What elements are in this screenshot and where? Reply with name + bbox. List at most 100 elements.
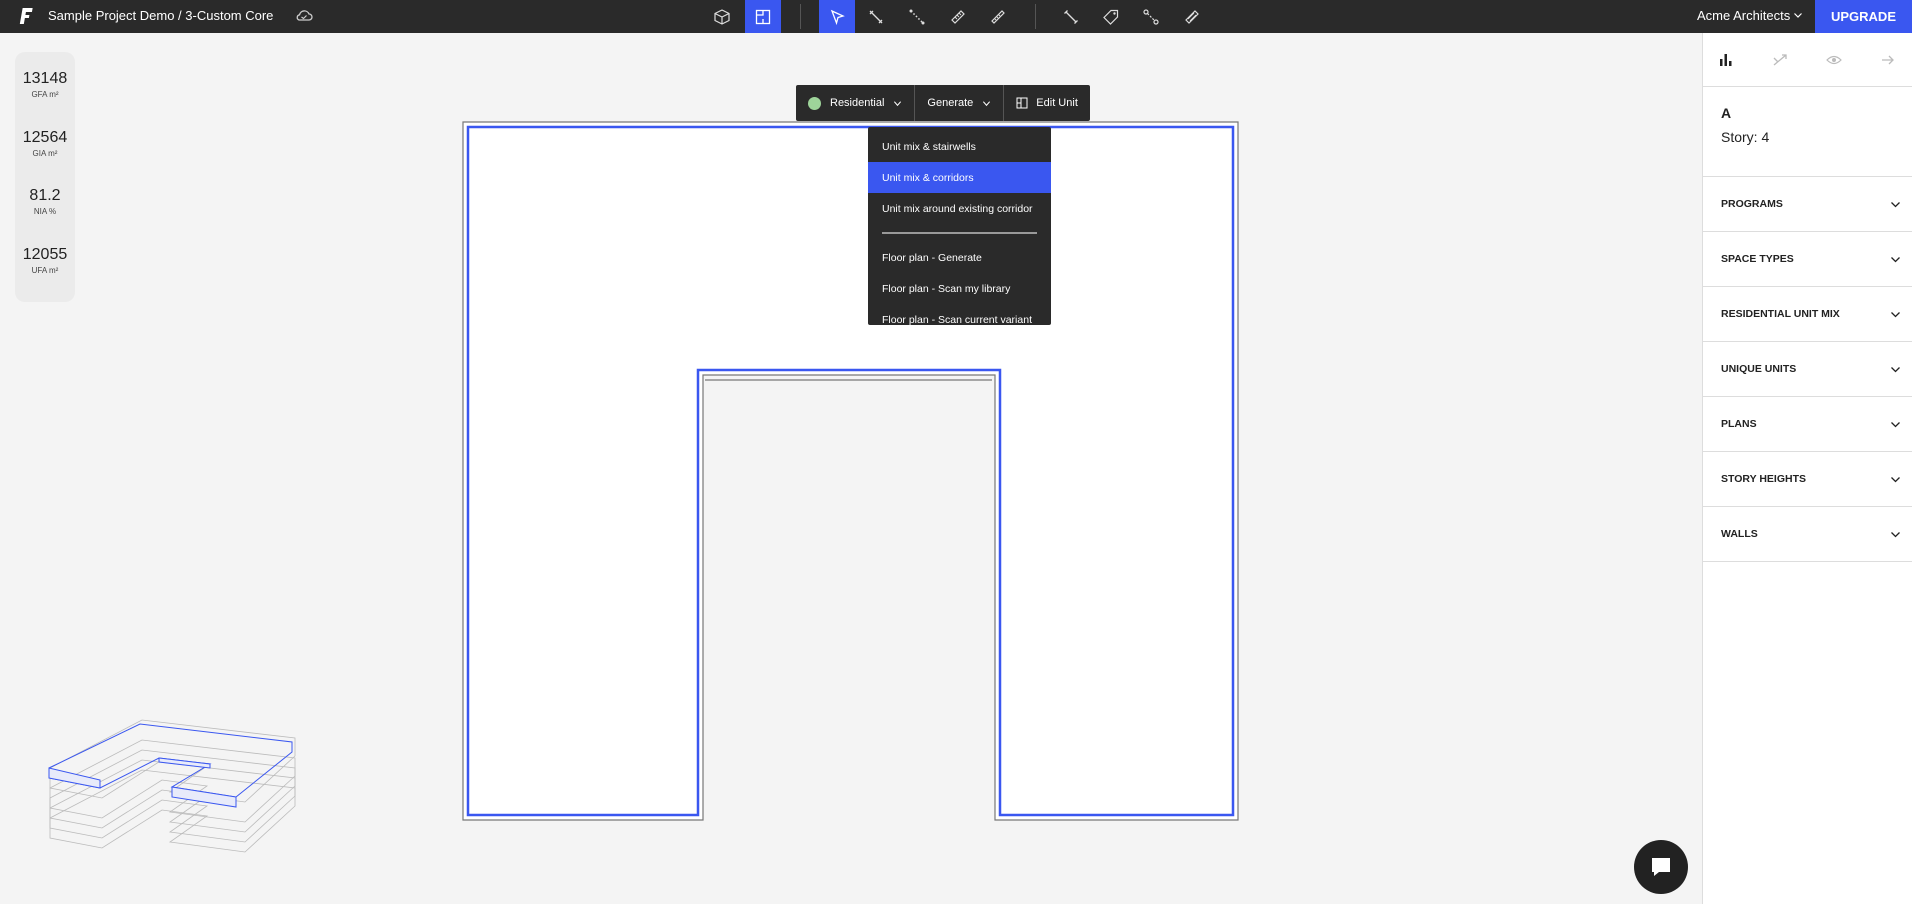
draw-line-icon — [869, 10, 883, 23]
context-toolbar: Residential Generate Edit Unit — [796, 85, 1090, 121]
account-name: Acme Architects — [1697, 8, 1791, 23]
app-logo-icon[interactable] — [16, 6, 34, 26]
dimension-icon — [1064, 9, 1078, 24]
metric-value: 81.2 — [29, 187, 61, 204]
metric-gia: 12564 GIA m² — [15, 129, 75, 158]
ruler-button[interactable] — [940, 0, 976, 33]
floor-plan-canvas[interactable] — [455, 118, 1245, 826]
tag-icon — [1103, 9, 1119, 25]
cube-icon — [714, 8, 730, 25]
selection-info: A Story: 4 — [1703, 87, 1912, 177]
section-label: PROGRAMS — [1721, 198, 1783, 210]
chevron-down-icon — [983, 100, 991, 106]
account-menu[interactable]: Acme Architects — [1697, 8, 1803, 23]
chat-bubble-icon — [1652, 858, 1670, 876]
draw-line-button[interactable] — [858, 0, 894, 33]
tab-routing[interactable] — [1769, 49, 1791, 71]
section-label: SPACE TYPES — [1721, 253, 1794, 265]
selection-name: A — [1721, 105, 1732, 121]
plan-view-button[interactable] — [745, 0, 781, 33]
section-residential-unit-mix[interactable]: RESIDENTIAL UNIT MIX — [1703, 287, 1912, 342]
stacked-floors-illustration — [48, 719, 296, 853]
project-title[interactable]: Sample Project Demo / 3-Custom Core — [48, 8, 273, 23]
section-label: PLANS — [1721, 418, 1757, 430]
metric-label: GFA m² — [31, 90, 59, 99]
ruler-icon — [951, 9, 965, 24]
chevron-down-icon — [1891, 367, 1900, 373]
connect-nodes-icon — [1143, 8, 1159, 25]
metric-label: NIA % — [33, 207, 57, 216]
floor-plan-icon — [755, 9, 771, 24]
edit-unit-button[interactable]: Edit Unit — [1004, 85, 1090, 121]
chevron-down-icon — [1891, 257, 1900, 263]
generate-button[interactable]: Generate — [915, 85, 1005, 121]
menu-item-floor-plan-scan-library[interactable]: Floor plan - Scan my library — [868, 273, 1051, 304]
menu-item-unit-mix-existing-corridor[interactable]: Unit mix around existing corridor — [868, 193, 1051, 224]
metric-value: 12055 — [22, 246, 68, 263]
program-label: Residential — [830, 97, 885, 109]
section-unique-units[interactable]: UNIQUE UNITS — [1703, 342, 1912, 397]
chevron-down-icon — [1891, 477, 1900, 483]
bar-chart-icon — [1720, 54, 1732, 66]
chevron-down-icon — [1891, 202, 1900, 208]
chevron-down-icon — [1891, 422, 1900, 428]
section-plans[interactable]: PLANS — [1703, 397, 1912, 452]
generate-label: Generate — [927, 97, 974, 109]
chat-support-button[interactable] — [1634, 840, 1688, 894]
metric-gfa: 13148 GFA m² — [15, 70, 75, 99]
section-label: RESIDENTIAL UNIT MIX — [1721, 308, 1840, 320]
edit-unit-icon — [1016, 97, 1028, 109]
section-label: WALLS — [1721, 528, 1758, 540]
routing-icon — [1773, 54, 1787, 66]
hatch-icon — [1185, 9, 1199, 24]
menu-divider — [882, 232, 1037, 234]
section-programs[interactable]: PROGRAMS — [1703, 177, 1912, 232]
metrics-panel: 13148 GFA m² 12564 GIA m² 81.2 NIA % 120… — [15, 52, 75, 302]
metric-label: UFA m² — [31, 266, 59, 275]
edit-unit-label: Edit Unit — [1036, 97, 1078, 109]
measure-button[interactable] — [980, 0, 1016, 33]
section-space-types[interactable]: SPACE TYPES — [1703, 232, 1912, 287]
connect-nodes-button[interactable] — [1133, 0, 1169, 33]
upgrade-button[interactable]: UPGRADE — [1815, 0, 1912, 33]
tab-collapse[interactable] — [1877, 49, 1899, 71]
select-tool-button[interactable] — [819, 0, 855, 33]
selection-story: Story: 4 — [1721, 129, 1770, 145]
metric-value: 12564 — [22, 129, 68, 146]
top-bar: Sample Project Demo / 3-Custom Core Acme… — [0, 0, 1912, 33]
section-label: STORY HEIGHTS — [1721, 473, 1806, 485]
generate-menu: Unit mix & stairwells Unit mix & corrido… — [868, 127, 1051, 326]
menu-item-floor-plan-scan-variant[interactable]: Floor plan - Scan current variant — [868, 304, 1051, 335]
dotted-line-button[interactable] — [899, 0, 935, 33]
building-outline[interactable] — [455, 118, 1245, 826]
program-selector[interactable]: Residential — [796, 85, 916, 121]
chevron-down-icon — [1891, 312, 1900, 318]
menu-item-unit-mix-stairwells[interactable]: Unit mix & stairwells — [868, 131, 1051, 162]
metric-ufa: 12055 UFA m² — [15, 246, 75, 275]
arrow-right-icon — [1882, 55, 1894, 65]
measure-icon — [991, 9, 1005, 24]
menu-item-unit-mix-corridors[interactable]: Unit mix & corridors — [868, 162, 1051, 193]
metric-value: 13148 — [22, 70, 68, 87]
program-color-dot — [808, 96, 821, 110]
select-arrow-icon — [830, 9, 845, 25]
dimension-button[interactable] — [1053, 0, 1089, 33]
properties-panel: A Story: 4 PROGRAMS SPACE TYPES RESIDENT… — [1702, 33, 1912, 904]
cloud-sync-icon[interactable] — [294, 6, 314, 26]
tab-visibility[interactable] — [1823, 49, 1845, 71]
section-story-heights[interactable]: STORY HEIGHTS — [1703, 452, 1912, 507]
3d-view-button[interactable] — [704, 0, 740, 33]
metric-nia: 81.2 NIA % — [15, 187, 75, 216]
chevron-down-icon — [1794, 13, 1803, 18]
section-walls[interactable]: WALLS — [1703, 507, 1912, 562]
toolbar-divider — [800, 4, 801, 29]
metric-label: GIA m² — [32, 149, 58, 158]
chevron-down-icon — [894, 100, 902, 106]
menu-item-floor-plan-generate[interactable]: Floor plan - Generate — [868, 242, 1051, 273]
hatch-button[interactable] — [1174, 0, 1210, 33]
dotted-line-icon — [909, 9, 925, 24]
3d-stack-preview[interactable] — [42, 710, 302, 860]
chevron-down-icon — [1891, 532, 1900, 538]
tag-button[interactable] — [1093, 0, 1129, 33]
tab-statistics[interactable] — [1715, 49, 1737, 71]
